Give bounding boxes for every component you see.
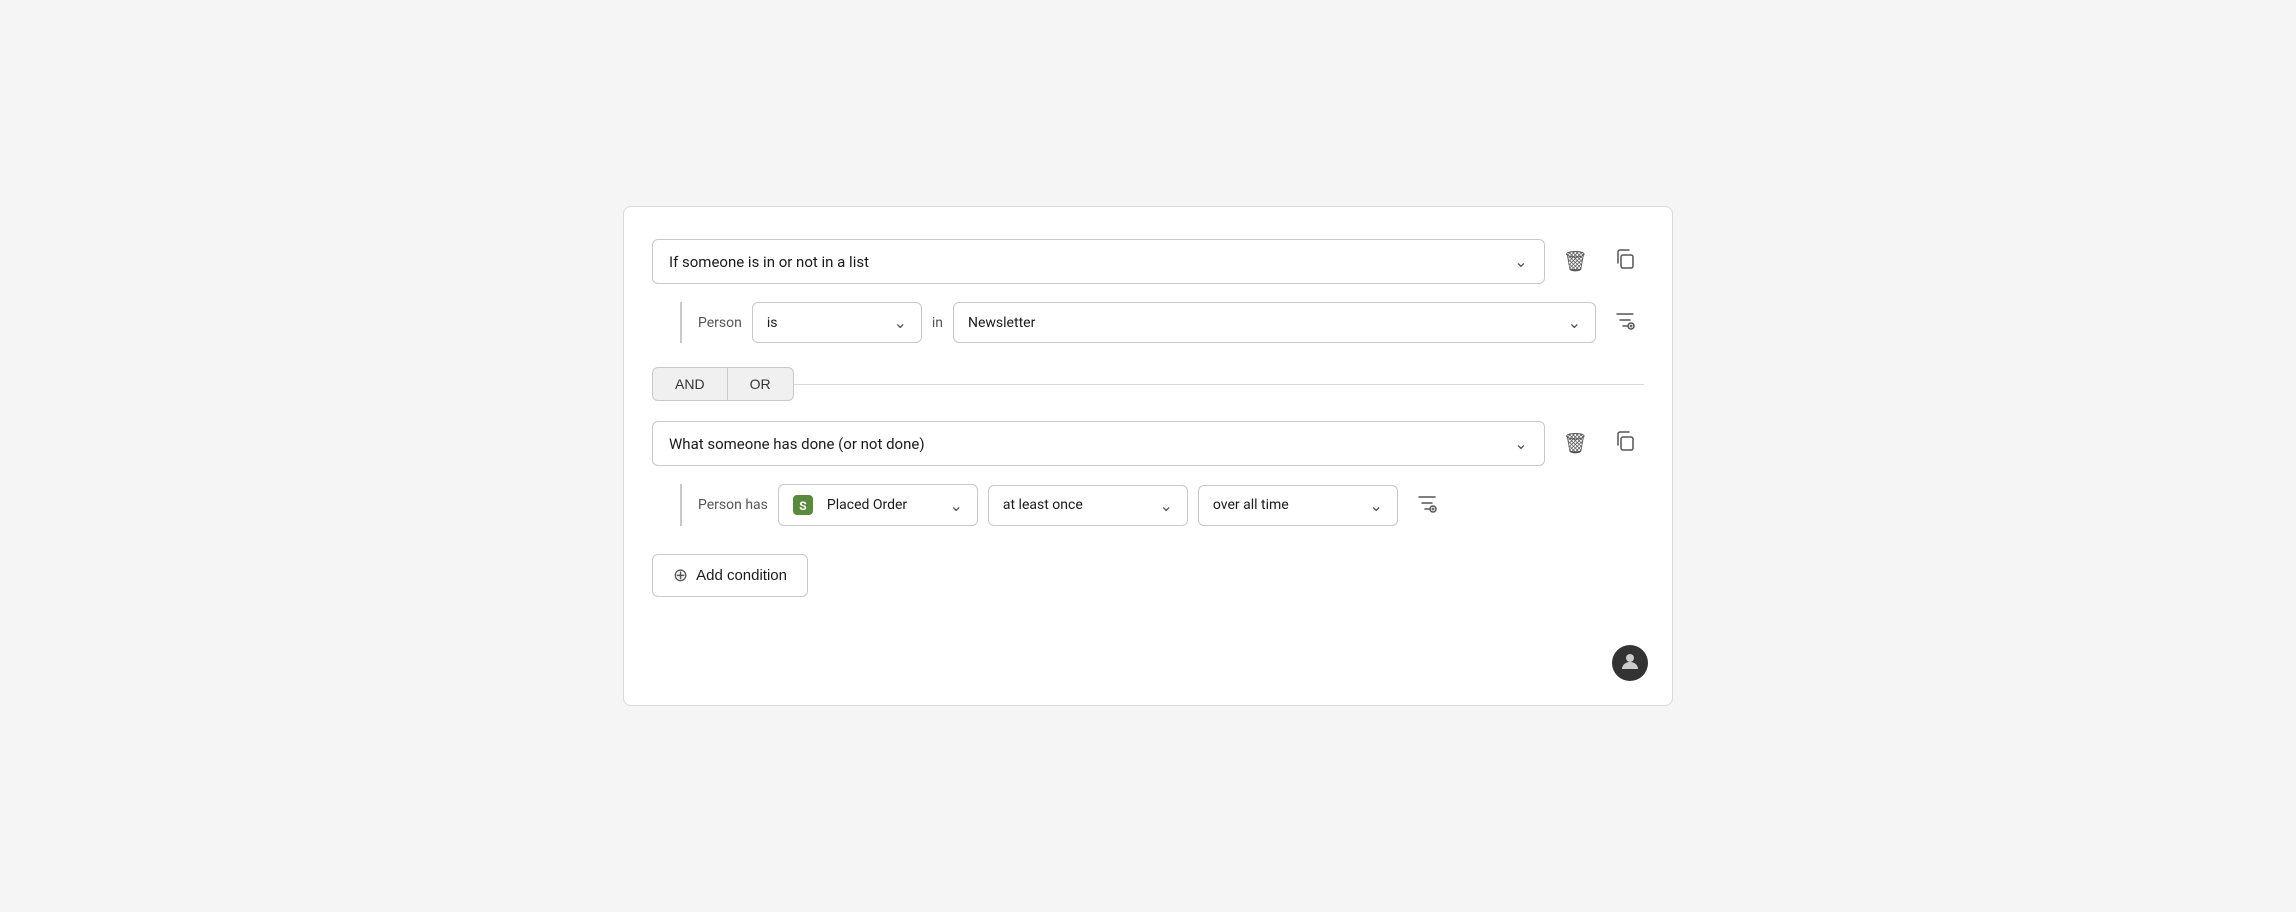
is-value: is xyxy=(767,315,778,331)
condition-1-chevron-icon: ⌄ xyxy=(1514,252,1527,271)
trash-icon-2: 🗑 xyxy=(1563,431,1588,456)
condition-2-label: What someone has done (or not done) xyxy=(669,435,925,453)
condition-1-header-row: If someone is in or not in a list ⌄ 🗑 xyxy=(652,239,1644,284)
condition-1-sub-row: Person is ⌄ in Newsletter ⌄ xyxy=(680,302,1644,343)
event-dropdown[interactable]: S Placed Order ⌄ xyxy=(778,484,978,526)
list-dropdown[interactable]: Newsletter ⌄ xyxy=(953,302,1596,343)
condition-1-block: If someone is in or not in a list ⌄ 🗑 Pe… xyxy=(652,239,1644,343)
main-container: If someone is in or not in a list ⌄ 🗑 Pe… xyxy=(623,206,1673,706)
add-condition-label: Add condition xyxy=(696,567,787,584)
avatar-icon xyxy=(1620,651,1640,676)
or-button[interactable]: OR xyxy=(727,367,794,401)
condition-2-dropdown[interactable]: What someone has done (or not done) ⌄ xyxy=(652,421,1545,466)
copy-icon-2 xyxy=(1614,430,1636,458)
and-button[interactable]: AND xyxy=(652,367,727,401)
avatar-button[interactable] xyxy=(1612,645,1648,681)
time-chevron-icon: ⌄ xyxy=(1369,496,1382,515)
filter-icon xyxy=(1614,309,1636,336)
condition-2-delete-button[interactable]: 🗑 xyxy=(1555,425,1596,462)
frequency-value: at least once xyxy=(1003,497,1152,513)
list-value: Newsletter xyxy=(968,315,1560,331)
filter-icon-2 xyxy=(1416,492,1438,519)
event-chevron-icon: ⌄ xyxy=(949,496,962,515)
condition-1-label: If someone is in or not in a list xyxy=(669,253,869,271)
frequency-dropdown[interactable]: at least once ⌄ xyxy=(988,485,1188,526)
in-label: in xyxy=(932,315,943,331)
event-value: Placed Order xyxy=(827,497,942,513)
condition-2-sub-row: Person has S Placed Order ⌄ at least onc… xyxy=(680,484,1644,526)
trash-icon: 🗑 xyxy=(1563,249,1588,274)
and-or-row: AND OR xyxy=(652,367,1644,401)
time-dropdown[interactable]: over all time ⌄ xyxy=(1198,485,1398,526)
copy-icon xyxy=(1614,248,1636,276)
plus-icon: ⊕ xyxy=(673,565,688,586)
shopify-icon: S xyxy=(793,495,813,515)
condition-2-header-row: What someone has done (or not done) ⌄ 🗑 xyxy=(652,421,1644,466)
svg-text:S: S xyxy=(799,499,806,513)
condition-1-dropdown[interactable]: If someone is in or not in a list ⌄ xyxy=(652,239,1545,284)
condition-2-sub-label: Person has xyxy=(698,497,768,513)
condition-2-chevron-icon: ⌄ xyxy=(1514,434,1527,453)
and-or-divider xyxy=(794,384,1644,385)
time-value: over all time xyxy=(1213,497,1362,513)
condition-2-block: What someone has done (or not done) ⌄ 🗑 … xyxy=(652,421,1644,526)
condition-1-copy-button[interactable] xyxy=(1606,242,1644,282)
condition-1-filter-button[interactable] xyxy=(1606,303,1644,342)
frequency-chevron-icon: ⌄ xyxy=(1159,496,1172,515)
add-condition-button[interactable]: ⊕ Add condition xyxy=(652,554,808,597)
condition-1-sub-label: Person xyxy=(698,315,742,331)
is-dropdown[interactable]: is ⌄ xyxy=(752,302,922,343)
list-chevron-icon: ⌄ xyxy=(1568,313,1581,332)
condition-2-copy-button[interactable] xyxy=(1606,424,1644,464)
condition-1-delete-button[interactable]: 🗑 xyxy=(1555,243,1596,280)
condition-2-filter-button[interactable] xyxy=(1408,486,1446,525)
is-chevron-icon: ⌄ xyxy=(893,313,906,332)
